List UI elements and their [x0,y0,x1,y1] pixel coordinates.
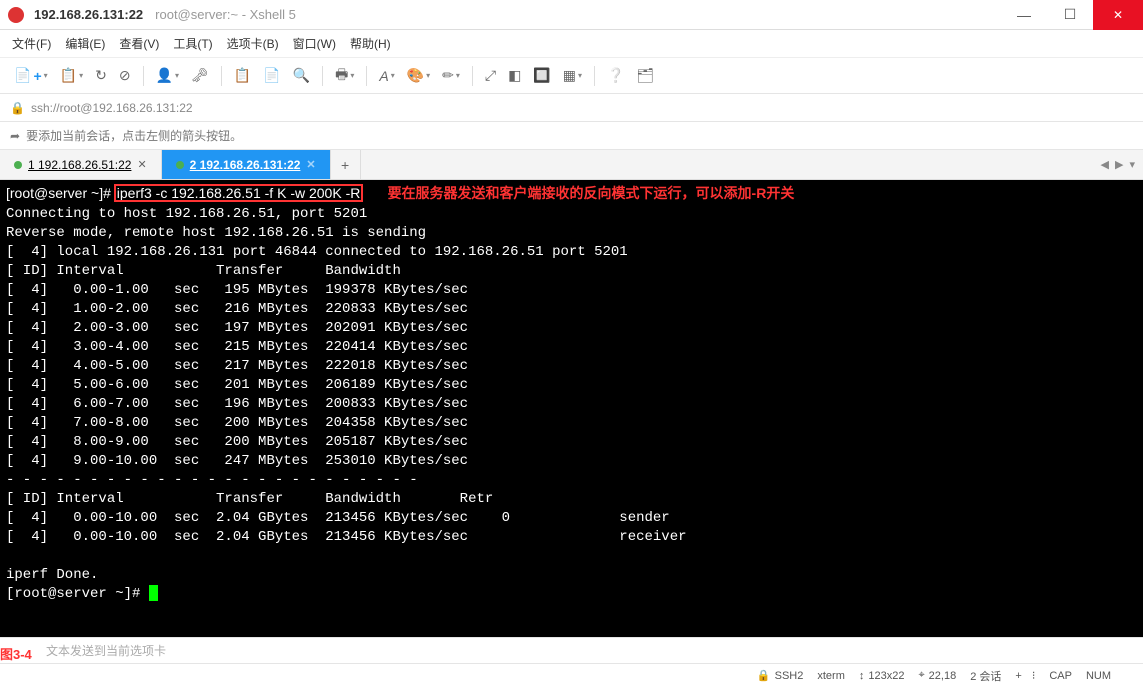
help-button[interactable]: ❔ [603,64,628,87]
status-cursorpos: ⌖22,18 [918,669,956,682]
status-sep[interactable]: +⁝ [1015,669,1035,682]
menu-tools[interactable]: 工具(T) [173,35,212,52]
figure-label: 图3-4 [0,644,32,663]
status-termtype: xterm [817,670,845,682]
status-cap: CAP [1049,670,1072,682]
tab-list-button[interactable]: ▾ [1129,158,1135,171]
menu-tabs[interactable]: 选项卡(B) [227,35,279,52]
window-controls: — ☐ ✕ [1001,0,1143,30]
info-text: 要添加当前会话，点击左侧的箭头按钮。 [26,127,242,144]
address-url[interactable]: ssh://root@192.168.26.131:22 [31,101,193,115]
layout-button[interactable]: ▦▾ [559,64,586,87]
transparency-button[interactable]: ◧ [504,64,525,87]
tab-session-2[interactable]: 2 192.168.26.131:22 ✕ [162,150,331,179]
minimize-button[interactable]: — [1001,0,1047,30]
find-button[interactable]: 🔍 [289,64,314,87]
tab-nav: ◀ ▶ ▾ [1093,150,1143,179]
tab-label: 2 192.168.26.131:22 [190,158,301,172]
fullscreen-button[interactable]: ⤢ [481,64,500,87]
connection-dot-icon [176,161,184,169]
status-protocol: 🔒SSH2 [757,669,803,682]
toolbar: 📄+▾ 📋▾ ↻ ⊘ 👤▾ 🗝 📋 📄 🔍 🖶▾ A▾ 🎨▾ ✏▾ ⤢ ◧ 🔲 … [0,58,1143,94]
tab-strip: 1 192.168.26.51:22 ✕ 2 192.168.26.131:22… [0,150,1143,180]
send-input-bar[interactable]: 图3-4 文本发送到当前选项卡 [0,637,1143,663]
maximize-button[interactable]: ☐ [1047,0,1093,30]
menu-file[interactable]: 文件(F) [12,35,51,52]
address-bar: 🔒 ssh://root@192.168.26.131:22 [0,94,1143,122]
menu-help[interactable]: 帮助(H) [350,35,391,52]
font-button[interactable]: A▾ [375,65,398,87]
connection-dot-icon [14,161,22,169]
status-size: ↕123x22 [859,670,905,682]
menu-window[interactable]: 窗口(W) [293,35,336,52]
terminal-output[interactable]: [root@server ~]# iperf3 -c 192.168.26.51… [0,180,1143,637]
window-title-ip: 192.168.26.131:22 [34,7,143,22]
highlight-button[interactable]: ✏▾ [438,64,464,87]
menu-bar: 文件(F) 编辑(E) 查看(V) 工具(T) 选项卡(B) 窗口(W) 帮助(… [0,30,1143,58]
profile-button[interactable]: 👤▾ [152,64,183,87]
menu-view[interactable]: 查看(V) [119,35,159,52]
print-button[interactable]: 🖶▾ [331,61,358,91]
arrow-icon[interactable]: ➦ [10,129,20,143]
copy-button[interactable]: 📋 [230,64,255,87]
info-bar: ➦ 要添加当前会话，点击左侧的箭头按钮。 [0,122,1143,150]
paste-button[interactable]: 📄 [259,64,284,87]
tab-prev-button[interactable]: ◀ [1101,158,1109,171]
ontop-button[interactable]: 🔲 [529,64,554,87]
xftp-button[interactable]: 🗂 [632,64,658,87]
tab-add-button[interactable]: + [331,150,361,179]
disconnect-button[interactable]: ⊘ [115,64,135,87]
new-session-button[interactable]: 📄+▾ [10,64,52,87]
tab-close-icon[interactable]: ✕ [137,158,146,171]
tab-session-1[interactable]: 1 192.168.26.51:22 ✕ [0,150,162,179]
open-button[interactable]: 📋▾ [56,64,87,87]
reconnect-button[interactable]: ↻ [91,64,111,87]
tab-close-icon[interactable]: ✕ [306,158,315,171]
color-button[interactable]: 🎨▾ [403,64,434,87]
status-bar: 🔒SSH2 xterm ↕123x22 ⌖22,18 2 会话 +⁝ CAP N… [0,663,1143,687]
lock-icon: 🔒 [10,101,25,115]
status-num: NUM [1086,670,1111,682]
tab-label: 1 192.168.26.51:22 [28,158,131,172]
status-sessions: 2 会话 [970,668,1001,684]
tab-next-button[interactable]: ▶ [1115,158,1123,171]
close-button[interactable]: ✕ [1093,0,1143,30]
app-icon [8,7,24,23]
window-title-sub: root@server:~ - Xshell 5 [155,7,296,22]
menu-edit[interactable]: 编辑(E) [65,35,105,52]
window-titlebar: 192.168.26.131:22 root@server:~ - Xshell… [0,0,1143,30]
send-placeholder: 文本发送到当前选项卡 [46,642,166,659]
properties-button[interactable]: 🗝 [187,64,213,87]
